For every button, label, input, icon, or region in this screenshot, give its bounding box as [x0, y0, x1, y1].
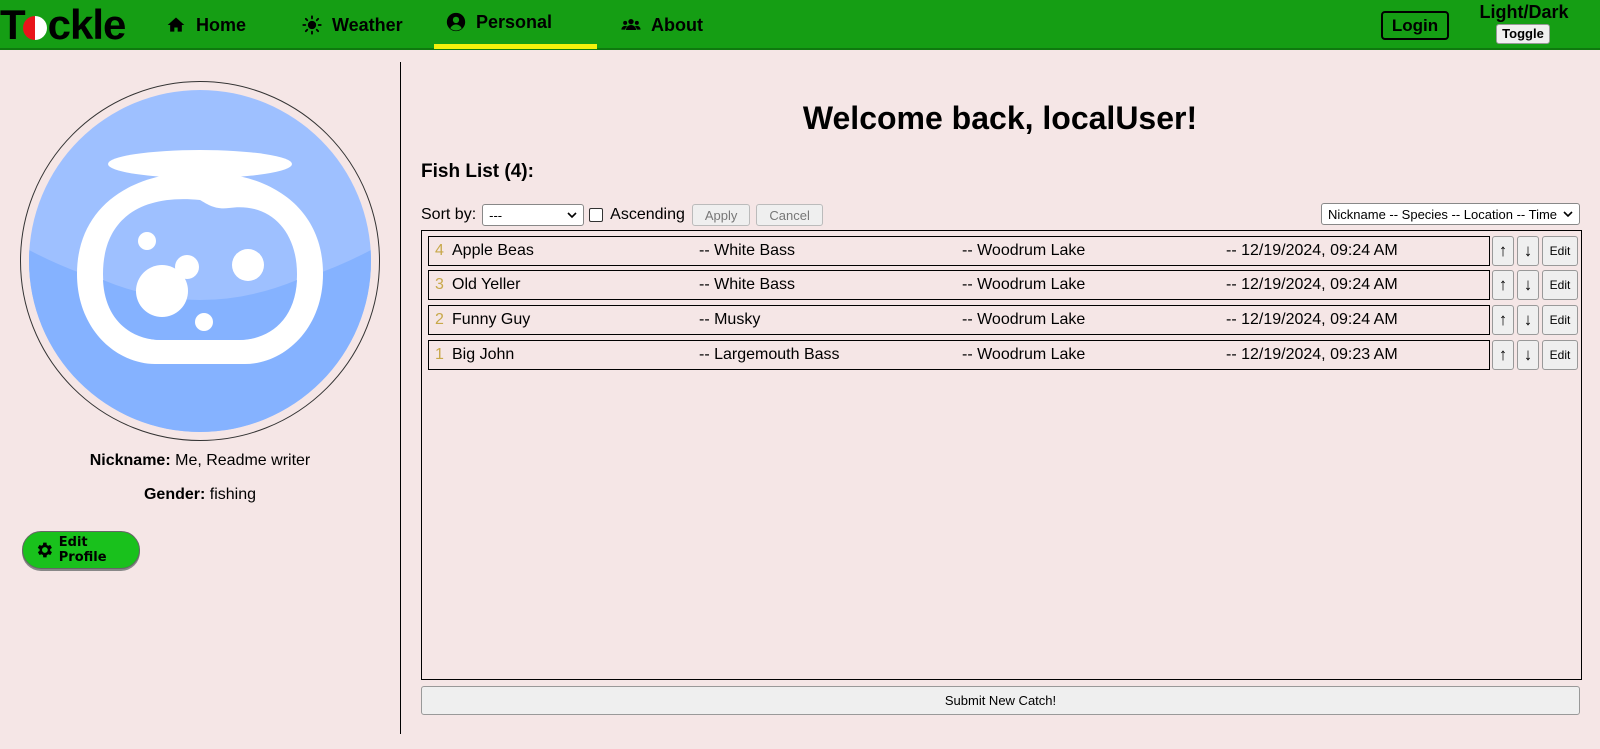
app-logo[interactable]: T ckle: [0, 1, 127, 48]
nav-about[interactable]: About: [609, 0, 715, 50]
gender-value: fishing: [209, 486, 257, 503]
fish-row-location: -- Woodrum Lake: [962, 346, 1086, 363]
fishbowl-icon: [29, 90, 371, 432]
fish-row-index: 4: [435, 242, 444, 259]
fish-row-species: -- White Bass: [699, 242, 796, 259]
top-nav-bar: T ckle Home Weather Personal About Login…: [0, 0, 1600, 50]
nav-home-label: Home: [196, 14, 247, 35]
gender-key: Gender:: [143, 486, 206, 503]
nav-weather[interactable]: Weather: [290, 0, 415, 50]
fish-row-time: -- 12/19/2024, 09:23 AM: [1226, 346, 1398, 363]
apply-button[interactable]: Apply: [691, 204, 751, 226]
fish-row-time: -- 12/19/2024, 09:24 AM: [1226, 276, 1398, 293]
nav-weather-label: Weather: [332, 14, 403, 35]
fish-row-nickname: Big John: [452, 346, 515, 363]
fish-row-time: -- 12/19/2024, 09:24 AM: [1226, 242, 1398, 259]
fish-row-location: -- Woodrum Lake: [962, 276, 1086, 293]
fish-row-nickname: Apple Beas: [452, 242, 534, 259]
nav-personal-label: Personal: [476, 11, 553, 32]
edit-fish-button[interactable]: Edit: [1542, 305, 1578, 335]
nav-home[interactable]: Home: [154, 0, 258, 50]
sort-toolbar: Sort by: --- Ascending Apply Cancel: [421, 203, 823, 227]
chevron-down-icon: [1563, 211, 1573, 218]
fish-row-species: -- Musky: [699, 311, 761, 328]
chevron-down-icon: [567, 212, 577, 219]
nickname-value: Me, Readme writer: [175, 452, 311, 469]
fish-row-nickname: Old Yeller: [452, 276, 521, 293]
edit-profile-label: Edit Profile: [58, 535, 107, 565]
profile-gender: Gender: fishing: [0, 486, 400, 504]
users-icon: [621, 19, 641, 30]
home-icon: [167, 17, 185, 32]
edit-fish-button[interactable]: Edit: [1542, 270, 1578, 300]
fish-row-species: -- Largemouth Bass: [699, 346, 840, 363]
fish-row[interactable]: 4 Apple Beas -- White Bass -- Woodrum La…: [428, 236, 1490, 266]
profile-nickname: Nickname: Me, Readme writer: [0, 452, 400, 470]
fish-row-location: -- Woodrum Lake: [962, 242, 1086, 259]
welcome-heading: Welcome back, localUser!: [802, 100, 1198, 136]
profile-avatar: [20, 81, 380, 441]
fish-row[interactable]: 2 Funny Guy -- Musky -- Woodrum Lake -- …: [428, 305, 1490, 335]
edit-fish-button[interactable]: Edit: [1542, 340, 1578, 370]
fish-list-heading: Fish List (4):: [421, 161, 534, 182]
move-up-button[interactable]: ↑: [1492, 305, 1514, 335]
edit-profile-button[interactable]: Edit Profile: [22, 531, 140, 569]
theme-toggle-button[interactable]: Toggle: [1496, 24, 1550, 44]
cancel-button[interactable]: Cancel: [756, 204, 823, 226]
login-button[interactable]: Login: [1381, 11, 1449, 40]
fish-row-location: -- Woodrum Lake: [962, 311, 1086, 328]
move-down-button[interactable]: ↓: [1517, 270, 1539, 300]
submit-new-catch-button[interactable]: Submit New Catch!: [421, 686, 1580, 715]
nav-about-label: About: [651, 14, 703, 35]
theme-label: Light/Dark: [1479, 2, 1569, 22]
sun-icon: [302, 15, 322, 35]
nav-personal[interactable]: Personal: [434, 0, 597, 49]
fish-row-index: 2: [435, 311, 444, 328]
gear-icon: [37, 542, 52, 558]
display-format-value: Nickname -- Species -- Location -- Time: [1328, 206, 1558, 222]
fish-row[interactable]: 1 Big John -- Largemouth Bass -- Woodrum…: [428, 340, 1490, 370]
fish-row-index: 1: [435, 346, 444, 363]
edit-fish-button[interactable]: Edit: [1542, 236, 1578, 266]
fish-row-time: -- 12/19/2024, 09:24 AM: [1226, 311, 1398, 328]
logo-text-left: T: [0, 1, 26, 48]
logo-text-right: ckle: [47, 1, 127, 48]
fish-row-nickname: Funny Guy: [452, 311, 531, 328]
sort-select-value: ---: [489, 207, 503, 223]
move-up-button[interactable]: ↑: [1492, 340, 1514, 370]
sort-select[interactable]: ---: [482, 204, 585, 226]
panel-divider: [400, 62, 401, 734]
move-up-button[interactable]: ↑: [1492, 236, 1514, 266]
ascending-checkbox[interactable]: [589, 208, 604, 222]
fish-row[interactable]: 3 Old Yeller -- White Bass -- Woodrum La…: [428, 270, 1490, 300]
bobber-icon: [22, 16, 47, 40]
move-down-button[interactable]: ↓: [1517, 340, 1539, 370]
ascending-label: Ascending: [610, 206, 685, 223]
display-format-select[interactable]: Nickname -- Species -- Location -- Time: [1321, 203, 1580, 225]
move-down-button[interactable]: ↓: [1517, 236, 1539, 266]
fish-list: 4 Apple Beas -- White Bass -- Woodrum La…: [421, 230, 1582, 680]
sort-label: Sort by:: [421, 206, 477, 223]
fish-row-species: -- White Bass: [699, 276, 796, 293]
move-down-button[interactable]: ↓: [1517, 305, 1539, 335]
nickname-key: Nickname:: [89, 452, 171, 469]
user-circle-icon: [446, 12, 466, 32]
fish-row-index: 3: [435, 276, 444, 293]
move-up-button[interactable]: ↑: [1492, 270, 1514, 300]
